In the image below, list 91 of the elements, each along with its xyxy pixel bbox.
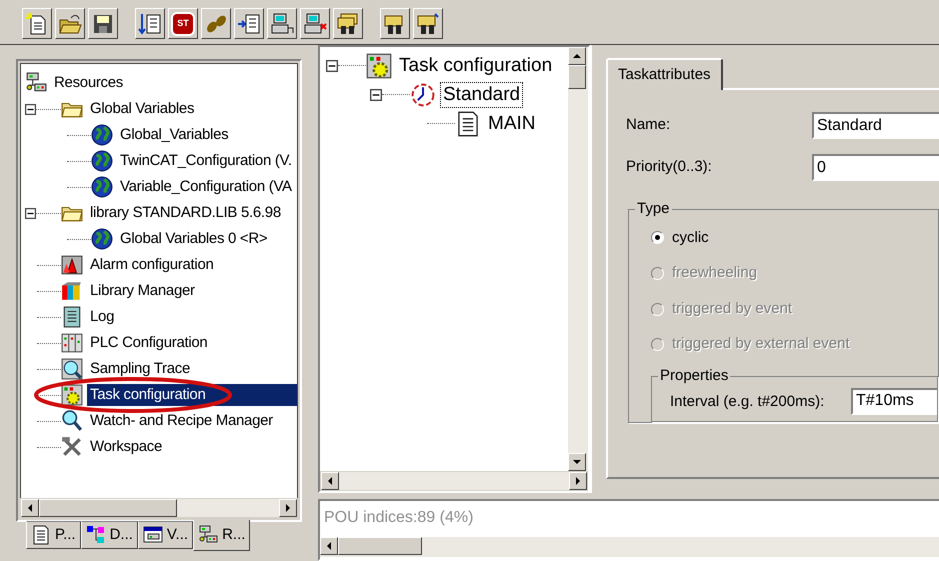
- scroll-thumb[interactable]: [568, 65, 586, 89]
- tree-item[interactable]: Alarm configuration: [87, 254, 217, 276]
- scroll-left-button[interactable]: [21, 499, 39, 517]
- group-title: Type: [635, 200, 672, 218]
- scroll-thumb[interactable]: [338, 537, 422, 555]
- field-label: Priority(0..3):: [626, 157, 713, 178]
- field-label: Interval (e.g. t#200ms):: [670, 392, 826, 412]
- tree-item[interactable]: Global Variables 0 <R>: [117, 228, 270, 250]
- toolbar-button[interactable]: [413, 8, 443, 39]
- clock-icon: [410, 82, 436, 108]
- toolbar-button[interactable]: [88, 8, 118, 39]
- network-icon: [198, 525, 218, 545]
- computer-x-icon: [303, 12, 327, 36]
- book-icon: [61, 306, 83, 328]
- globe-icon: [91, 124, 113, 146]
- arrow-document-icon: [138, 12, 162, 36]
- scroll-left-button[interactable]: [320, 537, 338, 555]
- toolbar-button[interactable]: [55, 8, 85, 39]
- arrow-right-icon: [284, 504, 292, 512]
- tree-item[interactable]: Variable_Configuration (VA: [117, 176, 295, 198]
- scrollbar[interactable]: [20, 498, 298, 518]
- tree-item[interactable]: PLC Configuration: [87, 332, 210, 354]
- message-text: POU indices:89 (4%): [323, 508, 474, 528]
- name-field[interactable]: Standard: [812, 112, 939, 139]
- globe-icon: [91, 150, 113, 172]
- arrow-left-icon: [26, 504, 34, 512]
- collapse-toggle[interactable]: [25, 104, 36, 114]
- computer-icon: [270, 12, 294, 36]
- scrollbar[interactable]: [568, 47, 588, 471]
- tree-item[interactable]: Resources: [51, 72, 126, 94]
- network-icon: [25, 72, 47, 94]
- arrow-left-icon: [326, 477, 334, 485]
- arrow-document-icon: [237, 12, 261, 36]
- blocks-icon: [86, 525, 106, 545]
- warning-icon: [61, 254, 83, 276]
- scroll-down-button[interactable]: [568, 453, 586, 471]
- toolbar-button[interactable]: [201, 8, 231, 39]
- gear-icon: [366, 52, 392, 78]
- tab[interactable]: R...: [193, 520, 250, 551]
- tree-item[interactable]: Global Variables: [87, 98, 198, 120]
- tree-item[interactable]: Task configuration: [396, 52, 556, 78]
- tree-item[interactable]: Watch- and Recipe Manager: [87, 410, 276, 432]
- collapse-toggle[interactable]: [25, 208, 36, 218]
- tree-item[interactable]: Library Manager: [87, 280, 198, 302]
- radio-option[interactable]: cyclic: [651, 220, 938, 256]
- arrow-right-icon: [574, 477, 582, 485]
- magnifier-icon: [61, 410, 83, 432]
- toolbar-button[interactable]: [333, 8, 363, 39]
- document-icon: [31, 525, 51, 545]
- tab[interactable]: D...: [80, 521, 138, 549]
- arrow-up-icon: [573, 52, 581, 60]
- arrow-down-icon: [573, 458, 581, 466]
- toolbar-button[interactable]: [380, 8, 410, 39]
- scrollbar[interactable]: [320, 537, 939, 557]
- globe-icon: [91, 228, 113, 250]
- scroll-right-button[interactable]: [569, 472, 587, 490]
- tree-item[interactable]: Task configuration: [87, 384, 297, 406]
- field-label: Name:: [626, 115, 672, 136]
- interval-field[interactable]: T#10ms: [851, 388, 937, 415]
- scroll-right-button[interactable]: [279, 499, 297, 517]
- gear-icon: [61, 384, 83, 406]
- tree-item[interactable]: Global_Variables: [117, 124, 232, 146]
- toolbar-button[interactable]: [135, 8, 165, 39]
- tree-item[interactable]: TwinCAT_Configuration (V.: [117, 150, 295, 172]
- tree-item[interactable]: library STANDARD.LIB 5.6.98: [87, 202, 284, 224]
- window-icon: [142, 525, 163, 545]
- tree-item[interactable]: Workspace: [87, 436, 166, 458]
- tab[interactable]: P...: [26, 521, 81, 549]
- tree-item[interactable]: MAIN: [485, 110, 538, 136]
- tree-item[interactable]: Sampling Trace: [87, 358, 194, 380]
- books-icon: [61, 280, 83, 302]
- toolbar-button[interactable]: [22, 8, 52, 39]
- collapse-toggle[interactable]: [370, 88, 382, 100]
- scroll-up-button[interactable]: [568, 47, 586, 65]
- arrow-left-icon: [325, 542, 333, 550]
- priority-field[interactable]: 0: [812, 154, 939, 181]
- toolbar-button[interactable]: [234, 8, 264, 39]
- globe-icon: [91, 176, 113, 198]
- magnifier-icon: [61, 358, 83, 380]
- toolbar-button[interactable]: [300, 8, 330, 39]
- scrollbar[interactable]: [320, 471, 588, 491]
- rack-icon: [61, 332, 83, 354]
- scroll-thumb[interactable]: [39, 499, 177, 517]
- tree-item[interactable]: Log: [87, 306, 118, 328]
- tree-item[interactable]: Standard: [440, 82, 524, 108]
- tab[interactable]: V...: [138, 521, 194, 549]
- toolbar-button[interactable]: [267, 8, 297, 39]
- collapse-toggle[interactable]: [326, 60, 338, 72]
- tab[interactable]: Taskattributes: [606, 58, 723, 90]
- scroll-left-button[interactable]: [321, 472, 339, 490]
- group-title: Properties: [658, 367, 730, 386]
